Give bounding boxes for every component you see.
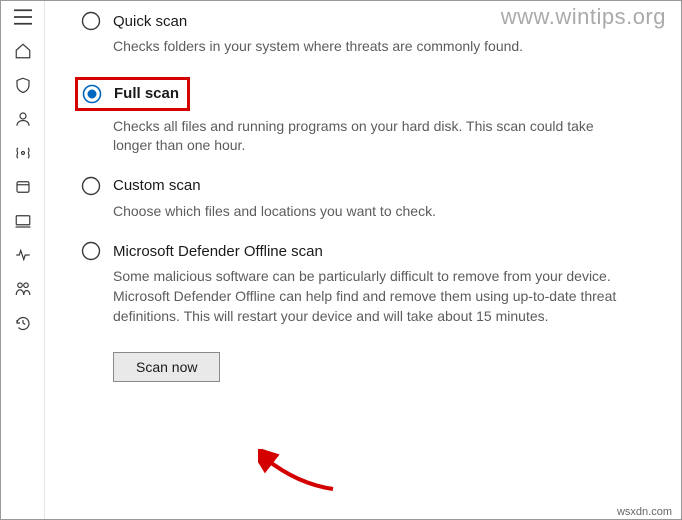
option-label: Full scan [114,85,179,102]
scan-options-pane: Quick scan Checks folders in your system… [45,1,681,519]
option-desc: Checks all files and running programs on… [113,117,633,156]
option-custom-scan: Custom scan Choose which files and locat… [81,176,645,222]
device-performance-icon[interactable] [13,245,33,265]
device-security-icon[interactable] [13,211,33,231]
radio-row-offline[interactable]: Microsoft Defender Offline scan [81,241,645,261]
history-icon[interactable] [13,313,33,333]
radio-selected-icon [82,84,102,104]
option-label: Microsoft Defender Offline scan [113,243,323,260]
radio-unselected-icon [81,176,101,196]
menu-icon[interactable] [13,7,33,27]
scan-now-button[interactable]: Scan now [113,352,220,382]
arrow-annotation-icon [258,449,338,493]
home-icon[interactable] [13,41,33,61]
option-desc: Some malicious software can be particula… [113,267,633,326]
radio-row-quick[interactable]: Quick scan [81,11,645,31]
app-browser-icon[interactable] [13,177,33,197]
option-desc: Checks folders in your system where thre… [113,37,633,57]
firewall-icon[interactable] [13,143,33,163]
option-offline-scan: Microsoft Defender Offline scan Some mal… [81,241,645,326]
radio-row-full[interactable]: Full scan [75,77,190,111]
option-quick-scan: Quick scan Checks folders in your system… [81,11,645,57]
account-icon[interactable] [13,109,33,129]
option-desc: Choose which files and locations you wan… [113,202,633,222]
option-label: Custom scan [113,177,201,194]
shield-icon[interactable] [13,75,33,95]
family-icon[interactable] [13,279,33,299]
option-full-scan: Full scan Checks all files and running p… [81,77,645,156]
option-label: Quick scan [113,13,187,30]
radio-unselected-icon [81,241,101,261]
radio-row-custom[interactable]: Custom scan [81,176,645,196]
sidebar [1,1,45,519]
app-window: Quick scan Checks folders in your system… [0,0,682,520]
attribution-text: wsxdn.com [617,506,672,518]
radio-unselected-icon [81,11,101,31]
